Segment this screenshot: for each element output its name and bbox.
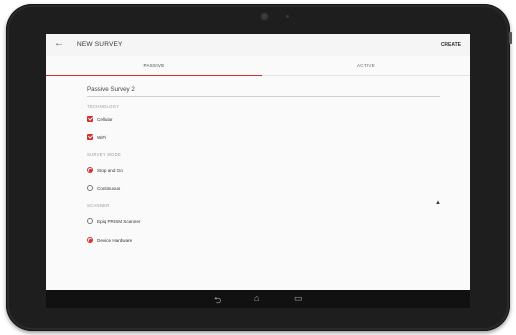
back-icon[interactable]: ⮌ — [214, 293, 221, 309]
radio-stop-and-go[interactable]: Stop and Go — [87, 166, 123, 174]
radio-continuous[interactable]: Continuous — [87, 184, 120, 192]
radio-selected-icon[interactable] — [87, 237, 93, 243]
sensor-icon — [286, 15, 289, 18]
checkbox-label: Cellular — [97, 116, 113, 122]
radio-label: Continuous — [97, 185, 121, 191]
app-screen: ← NEW SURVEY CREATE PASSIVE ACTIVE Passi… — [46, 34, 470, 290]
checkbox-cellular[interactable]: Cellular — [87, 115, 113, 123]
system-nav-bar: ⮌ ⌂ ▭ — [46, 290, 470, 308]
radio-label: Stop and Go — [97, 167, 123, 173]
survey-mode-label: SURVEY MODE — [87, 152, 122, 157]
radio-label: Device Hardware — [97, 237, 133, 243]
tab-bar: PASSIVE ACTIVE — [46, 56, 470, 76]
radio-label: Epiq PRISM Scanner — [97, 218, 141, 224]
recents-icon[interactable]: ▭ — [294, 293, 303, 304]
arrow-left-icon[interactable]: ← — [54, 38, 64, 49]
survey-name-input[interactable]: Passive Survey 2 — [87, 86, 440, 97]
app-bar: ← NEW SURVEY CREATE — [46, 34, 470, 56]
home-icon[interactable]: ⌂ — [254, 293, 259, 303]
radio-epiq-prism-scanner[interactable]: Epiq PRISM Scanner — [87, 217, 140, 225]
checkbox-label: WiFi — [97, 134, 107, 140]
radio-unselected-icon[interactable] — [87, 218, 93, 224]
radio-selected-icon[interactable] — [87, 167, 93, 173]
create-button[interactable]: CREATE — [441, 42, 461, 48]
page-title: NEW SURVEY — [77, 41, 123, 48]
camera-icon — [260, 12, 269, 21]
checkbox-checked-icon[interactable] — [87, 116, 93, 122]
checkbox-checked-icon[interactable] — [87, 134, 93, 140]
tab-active[interactable]: ACTIVE — [262, 56, 470, 75]
power-button[interactable] — [509, 32, 512, 44]
radio-device-hardware[interactable]: Device Hardware — [87, 236, 132, 244]
checkbox-wifi[interactable]: WiFi — [87, 133, 106, 141]
tab-passive[interactable]: PASSIVE — [46, 56, 262, 75]
scanner-label: SCANNER — [87, 203, 110, 208]
radio-unselected-icon[interactable] — [87, 185, 93, 191]
tab-indicator — [46, 74, 262, 76]
technology-label: TECHNOLOGY — [87, 104, 120, 109]
chevron-up-icon[interactable]: ▲ — [435, 200, 441, 206]
